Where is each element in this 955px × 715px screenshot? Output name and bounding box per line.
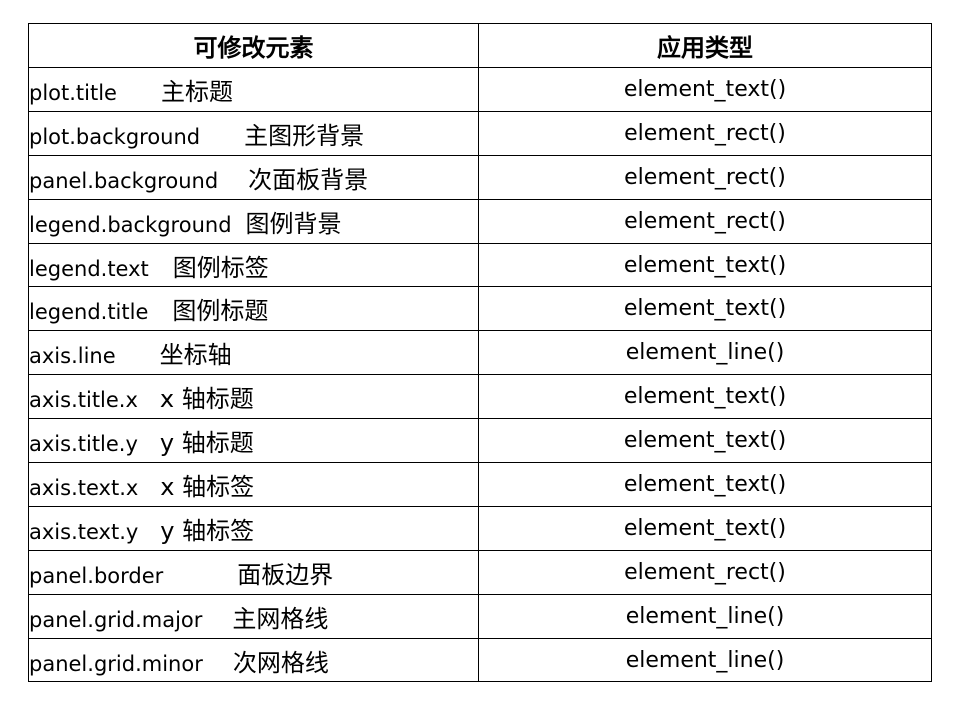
- table-row: axis.title.x x 轴标题 element_text(): [28, 374, 932, 420]
- element-key: panel.grid.major: [29, 607, 203, 632]
- theme-elements-table: 可修改元素 应用类型 plot.title 主标题 element_text() pl…: [28, 23, 932, 683]
- element-key: panel.border: [29, 563, 164, 588]
- table-row: panel.grid.minor 次网格线 element_line(): [28, 637, 932, 683]
- element-key: axis.title.x: [29, 388, 138, 413]
- application-type-cell: element_text(): [478, 286, 932, 332]
- application-type-cell: element_rect(): [478, 198, 932, 244]
- header-row: 可修改元素 应用类型: [28, 23, 932, 68]
- application-type-cell: element_rect(): [478, 549, 932, 595]
- application-type-cell: element_line(): [478, 593, 932, 639]
- element-cell: axis.title.y y 轴标题: [28, 418, 479, 464]
- element-cell: axis.title.x x 轴标题: [28, 374, 479, 420]
- application-type-cell: element_text(): [478, 418, 932, 464]
- element-description: 主网格线: [232, 604, 329, 633]
- element-key: plot.title: [29, 80, 117, 105]
- header-modifiable-element: 可修改元素: [28, 23, 479, 68]
- element-key: legend.background: [29, 212, 232, 237]
- application-type-cell: element_text(): [478, 67, 932, 112]
- table-row: panel.grid.major 主网格线 element_line(): [28, 593, 932, 639]
- element-description: 图例标签: [172, 253, 269, 282]
- element-key: axis.line: [29, 344, 116, 369]
- application-type-cell: element_text(): [478, 374, 932, 420]
- application-type-cell: element_rect(): [478, 154, 932, 200]
- element-description: x 轴标题: [159, 385, 254, 414]
- table-row: panel.background 次面板背景 element_rect(): [28, 154, 932, 200]
- element-key: axis.title.y: [29, 432, 138, 457]
- application-type-cell: element_text(): [478, 505, 932, 551]
- application-type-cell: element_line(): [478, 330, 932, 376]
- table-row: axis.text.x x 轴标签 element_text(): [28, 462, 932, 507]
- table-row: axis.text.y y 轴标签 element_text(): [28, 505, 932, 551]
- element-description: 图例标题: [172, 297, 269, 326]
- header-application-type: 应用类型: [478, 23, 932, 68]
- application-type-cell: element_text(): [478, 462, 932, 507]
- element-cell: legend.text 图例标签: [28, 242, 479, 288]
- element-cell: plot.background 主图形背景: [28, 110, 479, 156]
- element-key: legend.text: [29, 256, 149, 281]
- element-cell: legend.background 图例背景: [28, 198, 479, 244]
- table-row: legend.text 图例标签 element_text(): [28, 242, 932, 288]
- element-description: 次面板背景: [248, 165, 369, 194]
- table-row: legend.title 图例标题 element_text(): [28, 286, 932, 332]
- element-description: y 轴标题: [159, 429, 254, 458]
- element-description: 主标题: [160, 77, 233, 106]
- element-key: panel.background: [29, 168, 219, 193]
- element-description: 图例背景: [245, 209, 342, 238]
- element-key: axis.text.x: [29, 475, 139, 500]
- element-description: y 轴标签: [160, 516, 255, 545]
- element-description: 次网格线: [232, 648, 329, 677]
- element-key: legend.title: [29, 300, 149, 325]
- table-row: axis.line 坐标轴 element_line(): [28, 330, 932, 376]
- element-cell: plot.title 主标题: [28, 67, 479, 112]
- application-type-cell: element_rect(): [478, 110, 932, 156]
- table-row: axis.title.y y 轴标题 element_text(): [28, 418, 932, 464]
- element-cell: panel.background 次面板背景: [28, 154, 479, 200]
- element-cell: axis.line 坐标轴: [28, 330, 479, 376]
- element-key: panel.grid.minor: [29, 651, 203, 676]
- element-description: 主图形背景: [244, 121, 365, 150]
- element-description: x 轴标签: [160, 472, 255, 501]
- table-row: plot.background 主图形背景 element_rect(): [28, 110, 932, 156]
- table-row: legend.background 图例背景 element_rect(): [28, 198, 932, 244]
- element-cell: axis.text.y y 轴标签: [28, 505, 479, 551]
- element-description: 面板边界: [237, 560, 334, 589]
- element-cell: panel.border 面板边界: [28, 549, 479, 595]
- element-description: 坐标轴: [159, 341, 232, 370]
- table-body: plot.title 主标题 element_text() plot.backgrou…: [28, 67, 932, 683]
- application-type-cell: element_text(): [478, 242, 932, 288]
- element-cell: panel.grid.major 主网格线: [28, 593, 479, 639]
- element-key: plot.background: [29, 124, 201, 149]
- element-cell: legend.title 图例标题: [28, 286, 479, 332]
- element-key: axis.text.y: [29, 519, 139, 544]
- element-cell: axis.text.x x 轴标签: [28, 462, 479, 507]
- element-cell: panel.grid.minor 次网格线: [28, 637, 479, 683]
- table-row: panel.border 面板边界 element_rect(): [28, 549, 932, 595]
- application-type-cell: element_line(): [478, 637, 932, 683]
- table-row: plot.title 主标题 element_text(): [28, 67, 932, 112]
